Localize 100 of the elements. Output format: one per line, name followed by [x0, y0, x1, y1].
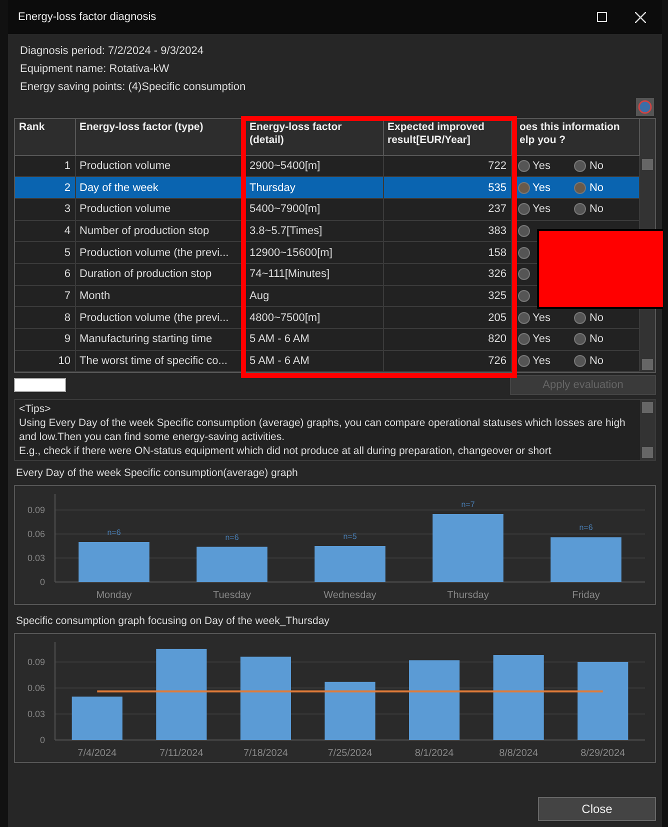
table-cell: 237	[488, 203, 506, 216]
axis-tick-label: 0.09	[27, 657, 45, 668]
table-cell: Production volume (the previ...	[80, 246, 229, 259]
axis-category-label: 7/25/2024	[328, 748, 372, 760]
bar-value-label: n=6	[579, 524, 593, 533]
table-row[interactable]: 2 Day of the week Thursday 535 Yes No	[15, 176, 640, 198]
axis-category-label: 8/8/2024	[499, 748, 538, 760]
column-header[interactable]: Rank	[15, 119, 75, 155]
info-line: Energy saving points: (4)Specific consumption	[20, 80, 247, 95]
maximize-icon	[597, 12, 607, 22]
table-cell: 3	[64, 203, 70, 216]
yes-radio[interactable]: Yes	[518, 333, 550, 346]
column-header[interactable]: Energy-loss factor (detail)	[245, 119, 383, 155]
bar-value-label: n=6	[225, 533, 239, 542]
table-row[interactable]: 1 Production volume 2900~5400[m] 722 Yes No	[15, 155, 640, 177]
bar	[324, 682, 376, 740]
table-cell: 205	[488, 312, 506, 324]
bar-value-label: n=5	[343, 532, 357, 542]
bar	[72, 697, 122, 740]
table-cell: 1	[64, 160, 70, 172]
table-cell: 74~111[Minutes]	[250, 268, 330, 280]
no-radio[interactable]: No	[574, 333, 604, 346]
axis-category-label: 7/4/2024	[78, 748, 117, 760]
radio-icon[interactable]	[518, 246, 530, 259]
table-cell: 726	[488, 355, 506, 368]
table-cell: 820	[488, 333, 506, 346]
table-row[interactable]: 8 Production volume (the previ... 4800~7500[m] 205 Yes No	[15, 306, 640, 328]
yes-radio[interactable]: Yes	[518, 182, 550, 194]
axis-category-label: 8/1/2024	[414, 748, 454, 760]
table-cell: 6	[64, 268, 70, 280]
tips-text: E.g., check if there were ON-status equipment which did not produce at all during preparation, changeover or short	[19, 444, 552, 458]
no-radio[interactable]: No	[574, 203, 604, 216]
bar	[432, 514, 504, 582]
yes-radio[interactable]: Yes	[518, 355, 550, 368]
info-line: Equipment name: Rotativa-kW	[20, 62, 170, 77]
table-cell: 325	[488, 290, 506, 302]
table-row[interactable]: 3 Production volume 5400~7900[m] 237 Yes No	[15, 198, 640, 220]
axis-category-label: Tuesday	[213, 590, 251, 602]
axis-category-label: 7/18/2024	[243, 748, 288, 760]
table-cell: 383	[488, 224, 506, 237]
axis-category-label: 8/29/2024	[580, 748, 626, 760]
table-cell: 326	[488, 268, 506, 280]
table-cell: Production volume (the previ...	[80, 312, 229, 324]
tips-text: Using Every Day of the week Specific consumption (average) graphs, you can compare operational statuses which losses are high and low.Then you can find some energy-saving activities.	[19, 416, 626, 444]
chart-title: Every Day of the week Specific consumption(average) graph	[15, 466, 299, 482]
table-cell: 2	[64, 182, 70, 194]
table-cell: 5 AM - 6 AM	[250, 355, 310, 368]
bar-value-label: n=7	[461, 500, 475, 510]
table-cell: 9	[64, 333, 70, 346]
small-button[interactable]	[14, 378, 66, 392]
radio-icon[interactable]	[518, 268, 530, 280]
axis-category-label: Friday	[572, 590, 600, 602]
bar	[314, 546, 386, 582]
table-cell: 10	[58, 355, 70, 368]
table-row[interactable]: 9 Manufacturing starting time 5 AM - 6 AM 820 Yes No	[15, 328, 640, 350]
bar	[78, 542, 150, 582]
no-radio[interactable]: No	[574, 312, 604, 324]
table-cell: Month	[80, 290, 110, 302]
bar	[550, 538, 622, 582]
table-cell: 2900~5400[m]	[250, 160, 320, 172]
table-cell: 5	[64, 246, 70, 259]
table-cell: Aug	[250, 290, 270, 302]
axis-tick-label: 0.03	[27, 709, 45, 720]
no-radio[interactable]: No	[574, 355, 604, 368]
table-cell: The worst time of specific co...	[80, 355, 228, 368]
axis-tick-label: 0	[40, 735, 45, 746]
table-row[interactable]: 10 The worst time of specific co... 5 AM - 6 AM 726 Yes No	[15, 350, 640, 372]
column-header[interactable]: Expected improved result[EUR/Year]	[383, 119, 511, 155]
table-cell: Number of production stop	[80, 224, 210, 237]
axis-tick-label: 0.03	[27, 553, 45, 564]
close-dialog-button[interactable]: Close	[538, 797, 656, 821]
table-cell: Manufacturing starting time	[80, 333, 212, 346]
yes-radio[interactable]: Yes	[518, 160, 550, 172]
table-cell: 7	[64, 290, 70, 302]
window-title: Energy-loss factor diagnosis	[18, 11, 158, 23]
axis-category-label: Monday	[96, 590, 132, 602]
tips-text: <Tips>	[19, 402, 52, 416]
axis-tick-label: 0.09	[27, 505, 45, 516]
table-cell: 535	[488, 182, 506, 194]
radio-icon[interactable]	[518, 290, 530, 302]
no-radio[interactable]: No	[574, 182, 604, 194]
table-cell: 8	[64, 312, 70, 324]
scrollbar[interactable]	[640, 400, 655, 460]
axis-tick-label: 0.06	[27, 529, 45, 540]
axis-tick-label: 0	[40, 577, 45, 588]
yes-radio[interactable]: Yes	[518, 203, 550, 216]
table-cell: Production volume	[80, 203, 171, 216]
table-cell: Duration of production stop	[80, 268, 212, 280]
bar-value-label: n=6	[107, 528, 121, 538]
table-cell: Production volume	[80, 160, 171, 172]
table-cell: 4800~7500[m]	[250, 312, 320, 324]
yes-radio[interactable]: Yes	[518, 312, 550, 324]
table-cell: 158	[488, 246, 506, 259]
no-radio[interactable]: No	[574, 160, 604, 172]
axis-category-label: Wednesday	[324, 590, 376, 602]
radio-icon[interactable]	[518, 224, 530, 237]
table-cell: 3.8~5.7[Times]	[250, 224, 322, 237]
axis-category-label: 7/11/2024	[160, 748, 204, 760]
bar	[196, 547, 268, 582]
table-cell: 4	[64, 224, 70, 237]
